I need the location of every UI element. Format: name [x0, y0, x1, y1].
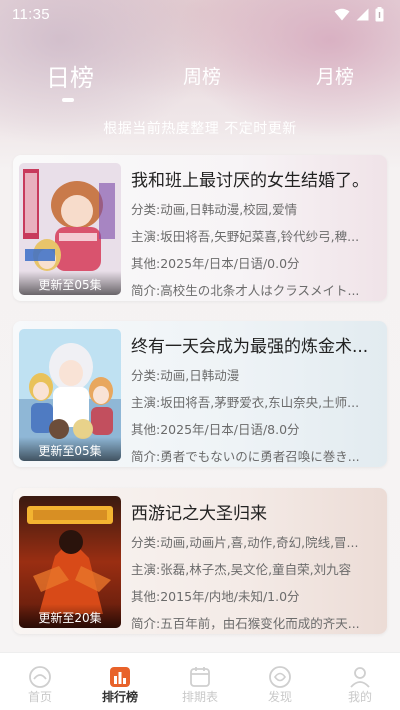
category-value: 动画,动画片,喜,动作,奇幻,院线,冒...	[160, 535, 359, 550]
intro-value: 勇者でもないのに勇者召喚に巻き...	[160, 449, 360, 464]
other-label: 其他:	[131, 422, 161, 437]
profile-icon	[350, 667, 370, 688]
intro-label: 简介:	[131, 449, 161, 464]
category-value: 动画,日韩动漫	[160, 368, 240, 383]
item-other: 其他:2025年/日本/日语/0.0分	[131, 253, 379, 274]
category-value: 动画,日韩动漫,校园,爱情	[160, 202, 298, 217]
item-intro: 简介:勇者でもないのに勇者召喚に巻き...	[131, 446, 379, 467]
item-cast: 主演:张磊,林子杰,吴文伦,童自荣,刘九容	[131, 559, 379, 580]
nav-label: 发现	[267, 690, 292, 704]
ranking-subtitle: 根据当前热度整理 不定时更新	[103, 121, 297, 137]
signal-icon	[356, 8, 369, 20]
bottom-navigation: 首页 排行榜 排期表 发现 我的	[0, 652, 400, 710]
intro-value: 五百年前，由石猴变化而成的齐天...	[160, 616, 360, 631]
item-other: 其他:2025年/日本/日语/8.0分	[131, 419, 379, 440]
episode-badge: 更新至20集	[19, 604, 121, 628]
intro-value: 高校生の北条才人はクラスメイト...	[160, 283, 360, 298]
ranking-icon	[110, 667, 130, 687]
schedule-icon	[190, 667, 210, 687]
status-time: 11:35	[12, 5, 50, 23]
item-category: 分类:动画,动画片,喜,动作,奇幻,院线,冒...	[131, 532, 379, 553]
nav-label: 排行榜	[101, 690, 138, 704]
item-intro: 简介:五百年前，由石猴变化而成的齐天...	[131, 613, 379, 634]
item-cast: 主演:坂田将吾,茅野爱衣,东山奈央,土师...	[131, 392, 379, 413]
nav-label: 排期表	[181, 690, 218, 704]
category-label: 分类:	[131, 368, 161, 383]
item-title[interactable]: 终有一天会成为最强的炼金术...	[131, 335, 379, 359]
status-bar: 11:35	[0, 0, 400, 28]
item-category: 分类:动画,日韩动漫,校园,爱情	[131, 199, 379, 220]
list-item[interactable]: 更新至05集 我和班上最讨厌的女生结婚了。 分类:动画,日韩动漫,校园,爱情 主…	[13, 155, 387, 301]
list-item[interactable]: 更新至20集 西游记之大圣归来 分类:动画,动画片,喜,动作,奇幻,院线,冒..…	[13, 488, 387, 634]
nav-label: 我的	[347, 690, 372, 704]
category-label: 分类:	[131, 202, 161, 217]
cast-value: 张磊,林子杰,吴文伦,童自荣,刘九容	[160, 562, 352, 577]
nav-ranking[interactable]: 排行榜	[80, 653, 160, 710]
nav-label: 首页	[27, 690, 52, 704]
nav-schedule[interactable]: 排期表	[160, 653, 240, 710]
item-info: 终有一天会成为最强的炼金术... 分类:动画,日韩动漫 主演:坂田将吾,茅野爱衣…	[131, 335, 381, 467]
cast-label: 主演:	[131, 562, 161, 577]
nav-home[interactable]: 首页	[0, 653, 80, 710]
poster-image[interactable]: 更新至05集	[19, 329, 121, 461]
item-category: 分类:动画,日韩动漫	[131, 365, 379, 386]
tab-weekly[interactable]: 周榜	[183, 62, 221, 89]
list-item[interactable]: 更新至05集 终有一天会成为最强的炼金术... 分类:动画,日韩动漫 主演:坂田…	[13, 321, 387, 467]
cast-label: 主演:	[131, 229, 161, 244]
ranking-tabs: 日榜 周榜 月榜	[0, 62, 400, 112]
other-value: 2025年/日本/日语/0.0分	[160, 256, 300, 271]
item-cast: 主演:坂田将吾,矢野妃菜喜,铃代纱弓,稗...	[131, 226, 379, 247]
item-info: 西游记之大圣归来 分类:动画,动画片,喜,动作,奇幻,院线,冒... 主演:张磊…	[131, 502, 381, 634]
cast-value: 坂田将吾,茅野爱衣,东山奈央,土师...	[160, 395, 360, 410]
item-other: 其他:2015年/内地/未知/1.0分	[131, 586, 379, 607]
wifi-icon	[334, 8, 350, 20]
intro-label: 简介:	[131, 283, 161, 298]
other-value: 2015年/内地/未知/1.0分	[160, 589, 300, 604]
other-value: 2025年/日本/日语/8.0分	[160, 422, 300, 437]
nav-discover[interactable]: 发现	[240, 653, 320, 710]
other-label: 其他:	[131, 589, 161, 604]
item-title[interactable]: 我和班上最讨厌的女生结婚了。	[131, 169, 379, 193]
intro-label: 简介:	[131, 616, 161, 631]
poster-image[interactable]: 更新至20集	[19, 496, 121, 628]
other-label: 其他:	[131, 256, 161, 271]
home-icon	[29, 666, 51, 688]
episode-badge: 更新至05集	[19, 271, 121, 295]
tab-monthly[interactable]: 月榜	[316, 62, 354, 89]
item-info: 我和班上最讨厌的女生结婚了。 分类:动画,日韩动漫,校园,爱情 主演:坂田将吾,…	[131, 169, 381, 301]
tab-daily[interactable]: 日榜	[46, 58, 94, 93]
battery-icon	[375, 6, 384, 21]
cast-value: 坂田将吾,矢野妃菜喜,铃代纱弓,稗...	[160, 229, 360, 244]
status-icons	[334, 6, 384, 22]
nav-profile[interactable]: 我的	[320, 653, 400, 710]
episode-badge: 更新至05集	[19, 437, 121, 461]
cast-label: 主演:	[131, 395, 161, 410]
discover-icon	[269, 666, 291, 688]
item-title[interactable]: 西游记之大圣归来	[131, 502, 379, 526]
active-tab-indicator	[62, 98, 74, 102]
item-intro: 简介:高校生の北条才人はクラスメイト...	[131, 280, 379, 301]
poster-image[interactable]: 更新至05集	[19, 163, 121, 295]
category-label: 分类:	[131, 535, 161, 550]
